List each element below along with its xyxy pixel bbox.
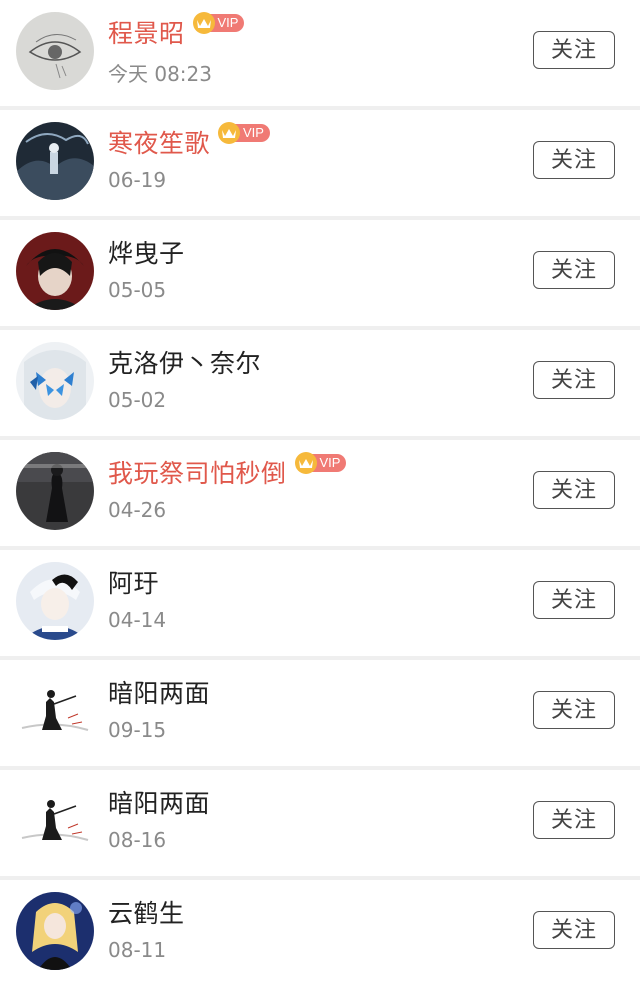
user-name[interactable]: 阿玗 <box>108 564 159 600</box>
list-item[interactable]: 阿玗 04-14 关注 <box>0 550 640 660</box>
user-name[interactable]: 我玩祭司怕秒倒 <box>108 454 287 490</box>
avatar[interactable] <box>16 562 94 640</box>
avatar[interactable] <box>16 452 94 530</box>
follow-button[interactable]: 关注 <box>533 31 615 69</box>
list-item[interactable]: 暗阳两面 08-16 关注 <box>0 770 640 880</box>
follow-button[interactable]: 关注 <box>533 911 615 949</box>
avatar[interactable] <box>16 782 94 860</box>
list-item[interactable]: 云鹤生 08-11 关注 <box>0 880 640 987</box>
list-item[interactable]: 程景昭 VIP 今天 08:23 关注 <box>0 0 640 110</box>
follow-time: 04-14 <box>108 608 167 632</box>
vip-badge: VIP <box>192 12 245 34</box>
follow-button[interactable]: 关注 <box>533 361 615 399</box>
avatar[interactable] <box>16 232 94 310</box>
list-item[interactable]: 烨曳子 05-05 关注 <box>0 220 640 330</box>
avatar[interactable] <box>16 12 94 90</box>
list-item[interactable]: 寒夜笙歌 VIP 06-19 关注 <box>0 110 640 220</box>
follow-button[interactable]: 关注 <box>533 581 615 619</box>
user-name[interactable]: 暗阳两面 <box>108 784 210 820</box>
follow-time: 06-19 <box>108 168 167 192</box>
follow-time: 今天 08:23 <box>108 62 212 86</box>
user-name[interactable]: 寒夜笙歌 <box>108 124 210 160</box>
user-name[interactable]: 暗阳两面 <box>108 674 210 710</box>
user-name[interactable]: 烨曳子 <box>108 234 185 270</box>
follow-button[interactable]: 关注 <box>533 691 615 729</box>
user-name[interactable]: 克洛伊丶奈尔 <box>108 344 261 380</box>
follow-button[interactable]: 关注 <box>533 801 615 839</box>
follow-button[interactable]: 关注 <box>533 141 615 179</box>
crown-icon <box>218 122 241 144</box>
follow-button[interactable]: 关注 <box>533 251 615 289</box>
vip-badge: VIP <box>218 122 270 144</box>
crown-icon <box>294 452 317 474</box>
avatar[interactable] <box>16 892 94 970</box>
vip-badge: VIP <box>294 452 347 474</box>
list-item[interactable]: 暗阳两面 09-15 关注 <box>0 660 640 770</box>
user-name[interactable]: 程景昭 <box>108 14 185 50</box>
follow-time: 05-05 <box>108 278 167 302</box>
follow-button[interactable]: 关注 <box>533 471 615 509</box>
follow-time: 04-26 <box>108 498 167 522</box>
avatar[interactable] <box>16 122 94 200</box>
list-item[interactable]: 克洛伊丶奈尔 05-02 关注 <box>0 330 640 440</box>
user-name[interactable]: 云鹤生 <box>108 894 185 930</box>
follow-time: 08-16 <box>108 828 167 852</box>
follow-time: 08-11 <box>108 938 167 962</box>
avatar[interactable] <box>16 342 94 420</box>
crown-icon <box>192 12 215 34</box>
follow-time: 05-02 <box>108 388 167 412</box>
follow-time: 09-15 <box>108 718 167 742</box>
avatar[interactable] <box>16 672 94 750</box>
list-item[interactable]: 我玩祭司怕秒倒 VIP 04-26 关注 <box>0 440 640 550</box>
